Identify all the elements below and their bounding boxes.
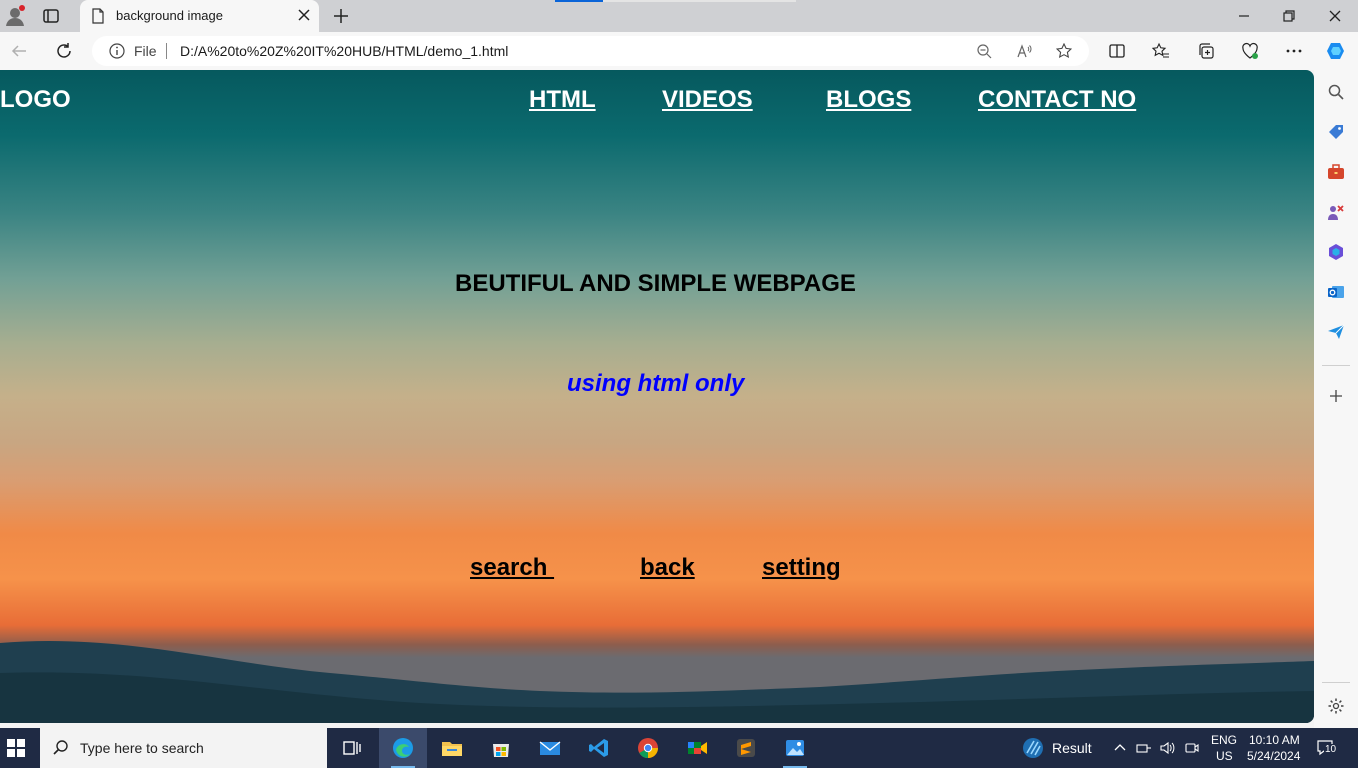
file-scheme-label: File [134, 43, 157, 59]
microsoft-365-icon[interactable] [1327, 243, 1345, 261]
weather-label[interactable]: Result [1052, 740, 1092, 756]
page-title: BEUTIFUL AND SIMPLE WEBPAGE [455, 270, 856, 297]
site-logo[interactable]: LOGO [0, 86, 71, 114]
close-tab-icon[interactable] [297, 8, 311, 22]
favorite-star-icon[interactable] [1055, 42, 1073, 59]
taskbar-search[interactable]: Type here to search [40, 728, 327, 768]
tab-active[interactable]: background image [80, 0, 319, 32]
notification-center-icon[interactable]: 10 [1316, 738, 1340, 758]
document-icon [90, 8, 106, 24]
nav-link-videos[interactable]: VIDEOS [662, 86, 753, 114]
vscode-icon[interactable] [575, 728, 623, 768]
tools-briefcase-icon[interactable] [1327, 163, 1345, 181]
profile-icon[interactable] [4, 5, 26, 27]
clock-date[interactable]: 5/24/2024 [1247, 749, 1300, 763]
setting-link[interactable]: setting [762, 554, 841, 582]
meet-now-icon[interactable] [1184, 740, 1200, 756]
tab-strip-accent [555, 0, 603, 2]
weather-icon[interactable] [1022, 737, 1044, 759]
task-view-icon[interactable] [328, 728, 376, 768]
edge-taskbar-icon[interactable] [379, 728, 427, 768]
windows-start-icon[interactable] [7, 739, 25, 757]
photos-icon[interactable] [771, 728, 819, 768]
tab-strip-accent-light [603, 0, 796, 2]
nav-link-html[interactable]: HTML [529, 86, 596, 114]
address-divider [166, 43, 167, 59]
language-indicator[interactable]: ENG [1211, 733, 1237, 747]
tab-actions-icon[interactable] [42, 7, 60, 25]
more-options-icon[interactable] [1285, 42, 1303, 60]
add-icon[interactable] [1327, 387, 1345, 405]
profile-notification-dot [19, 5, 25, 11]
read-aloud-icon[interactable] [1016, 43, 1032, 59]
split-screen-icon[interactable] [1108, 42, 1126, 60]
send-icon[interactable] [1327, 323, 1345, 341]
search-link[interactable]: search [470, 554, 554, 582]
network-icon[interactable] [1136, 740, 1152, 756]
outlook-icon[interactable] [1327, 283, 1345, 301]
nav-link-blogs[interactable]: BLOGS [826, 86, 911, 114]
edge-sidebar [1314, 70, 1358, 728]
volume-icon[interactable] [1159, 740, 1175, 756]
chrome-icon[interactable] [624, 728, 672, 768]
minimize-icon[interactable] [1234, 6, 1254, 26]
browser-toolbar: File D:/A%20to%20Z%20IT%20HUB/HTML/demo_… [0, 32, 1358, 70]
collections-icon[interactable] [1197, 42, 1215, 60]
back-arrow-icon[interactable] [10, 42, 28, 60]
file-explorer-icon[interactable] [428, 728, 476, 768]
clock-time[interactable]: 10:10 AM [1249, 733, 1300, 747]
browser-essentials-icon[interactable] [1241, 42, 1259, 60]
sidebar-divider-bottom [1322, 682, 1350, 683]
search-icon [52, 739, 70, 757]
taskbar-search-placeholder: Type here to search [80, 740, 204, 756]
games-icon[interactable] [1327, 203, 1345, 221]
mail-icon[interactable] [526, 728, 574, 768]
restore-icon[interactable] [1279, 6, 1299, 26]
gear-icon[interactable] [1327, 697, 1345, 715]
zoom-out-icon[interactable] [976, 43, 992, 59]
sublime-text-icon[interactable] [722, 728, 770, 768]
close-window-icon[interactable] [1325, 6, 1345, 26]
copilot-icon[interactable] [1325, 40, 1347, 62]
page-subtitle: using html only [567, 370, 745, 397]
sidebar-divider [1322, 365, 1350, 366]
meet-icon[interactable] [673, 728, 721, 768]
tab-strip: background image [0, 0, 1358, 32]
url-text[interactable]: D:/A%20to%20Z%20IT%20HUB/HTML/demo_1.htm… [180, 43, 508, 59]
windows-taskbar: Type here to search Result ENG US 10:10 … [0, 728, 1358, 768]
page-viewport: LOGO HTML VIDEOS BLOGS CONTACT NO BEUTIF… [0, 70, 1314, 723]
favorites-icon[interactable] [1151, 42, 1170, 60]
back-link[interactable]: back [640, 554, 695, 582]
refresh-icon[interactable] [55, 42, 73, 60]
shopping-tag-icon[interactable] [1327, 123, 1345, 141]
region-indicator[interactable]: US [1216, 749, 1233, 763]
info-icon[interactable] [109, 43, 125, 59]
tab-title: background image [116, 8, 223, 23]
chevron-up-icon[interactable] [1113, 740, 1127, 754]
search-icon[interactable] [1327, 83, 1345, 101]
notification-count: 10 [1324, 744, 1338, 755]
landscape-hills [0, 640, 1314, 723]
store-icon[interactable] [477, 728, 525, 768]
nav-link-contact[interactable]: CONTACT NO [978, 86, 1136, 114]
address-bar[interactable]: File D:/A%20to%20Z%20IT%20HUB/HTML/demo_… [92, 36, 1089, 66]
new-tab-icon[interactable] [332, 7, 350, 25]
